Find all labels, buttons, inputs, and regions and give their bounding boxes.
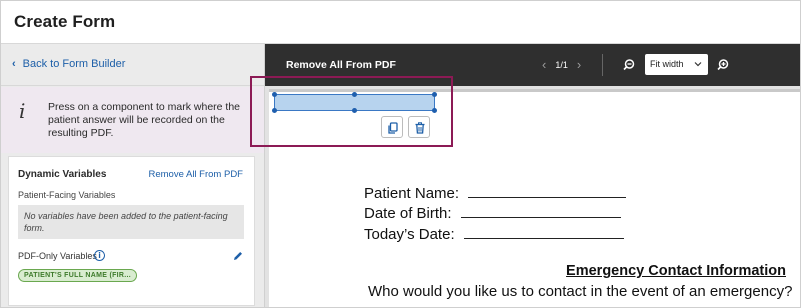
pdf-only-variables-row: PDF-Only Variables i xyxy=(18,250,244,264)
patient-name-label: Patient Name: xyxy=(364,185,460,202)
dynamic-variables-card: Dynamic Variables Remove All From PDF Pa… xyxy=(8,156,255,306)
back-to-form-builder-link[interactable]: ‹ Back to Form Builder xyxy=(12,58,125,70)
date-of-birth-blank xyxy=(460,204,621,218)
app-window: Create Form ‹ Back to Form Builder i Pre… xyxy=(0,0,801,308)
zoom-out-icon[interactable] xyxy=(622,58,636,72)
patient-facing-variables-label: Patient-Facing Variables xyxy=(18,190,116,200)
pencil-icon[interactable] xyxy=(232,250,244,262)
app-header: Create Form xyxy=(1,1,800,44)
page-navigator: ‹ 1/1 › xyxy=(542,57,581,72)
chevron-down-icon xyxy=(694,62,702,67)
toolbar-divider xyxy=(602,54,603,76)
page-indicator: 1/1 xyxy=(555,59,568,70)
emergency-contact-question: Who would you like us to contact in the … xyxy=(368,283,793,300)
chevron-left-icon: ‹ xyxy=(12,58,16,70)
patient-name-line: Patient Name: xyxy=(364,184,627,202)
info-icon: i xyxy=(19,99,26,123)
variable-chip[interactable]: PATIENT'S FULL NAME (FIR... xyxy=(18,269,137,282)
prev-page-icon[interactable]: ‹ xyxy=(542,57,546,72)
todays-date-line: Today’s Date: xyxy=(364,225,624,243)
annotation-highlight-box xyxy=(250,76,453,147)
zoom-select[interactable]: Fit width xyxy=(645,54,708,75)
page-title: Create Form xyxy=(14,12,116,31)
zoom-in-icon[interactable] xyxy=(716,58,730,72)
remove-all-from-pdf-link[interactable]: Remove All From PDF xyxy=(149,169,244,180)
instruction-text: Press on a component to mark where the p… xyxy=(48,101,241,139)
todays-date-blank xyxy=(463,225,624,239)
emergency-contact-heading: Emergency Contact Information xyxy=(566,263,786,279)
back-row: ‹ Back to Form Builder xyxy=(1,44,264,86)
todays-date-label: Today’s Date: xyxy=(364,226,455,243)
zoom-select-value: Fit width xyxy=(650,59,684,69)
pdf-only-variables-label: PDF-Only Variables xyxy=(18,251,97,261)
back-link-label: Back to Form Builder xyxy=(22,58,126,70)
empty-variables-message: No variables have been added to the pati… xyxy=(18,205,244,239)
next-page-icon[interactable]: › xyxy=(577,57,581,72)
dynamic-variables-title: Dynamic Variables xyxy=(18,169,107,180)
date-of-birth-line: Date of Birth: xyxy=(364,204,621,222)
toolbar-remove-all-button[interactable]: Remove All From PDF xyxy=(286,59,396,71)
left-panel: ‹ Back to Form Builder i Press on a comp… xyxy=(1,44,265,307)
date-of-birth-label: Date of Birth: xyxy=(364,205,452,222)
patient-name-blank xyxy=(468,184,627,198)
instruction-banner: i Press on a component to mark where the… xyxy=(1,87,264,153)
info-circle-icon[interactable]: i xyxy=(94,250,105,261)
